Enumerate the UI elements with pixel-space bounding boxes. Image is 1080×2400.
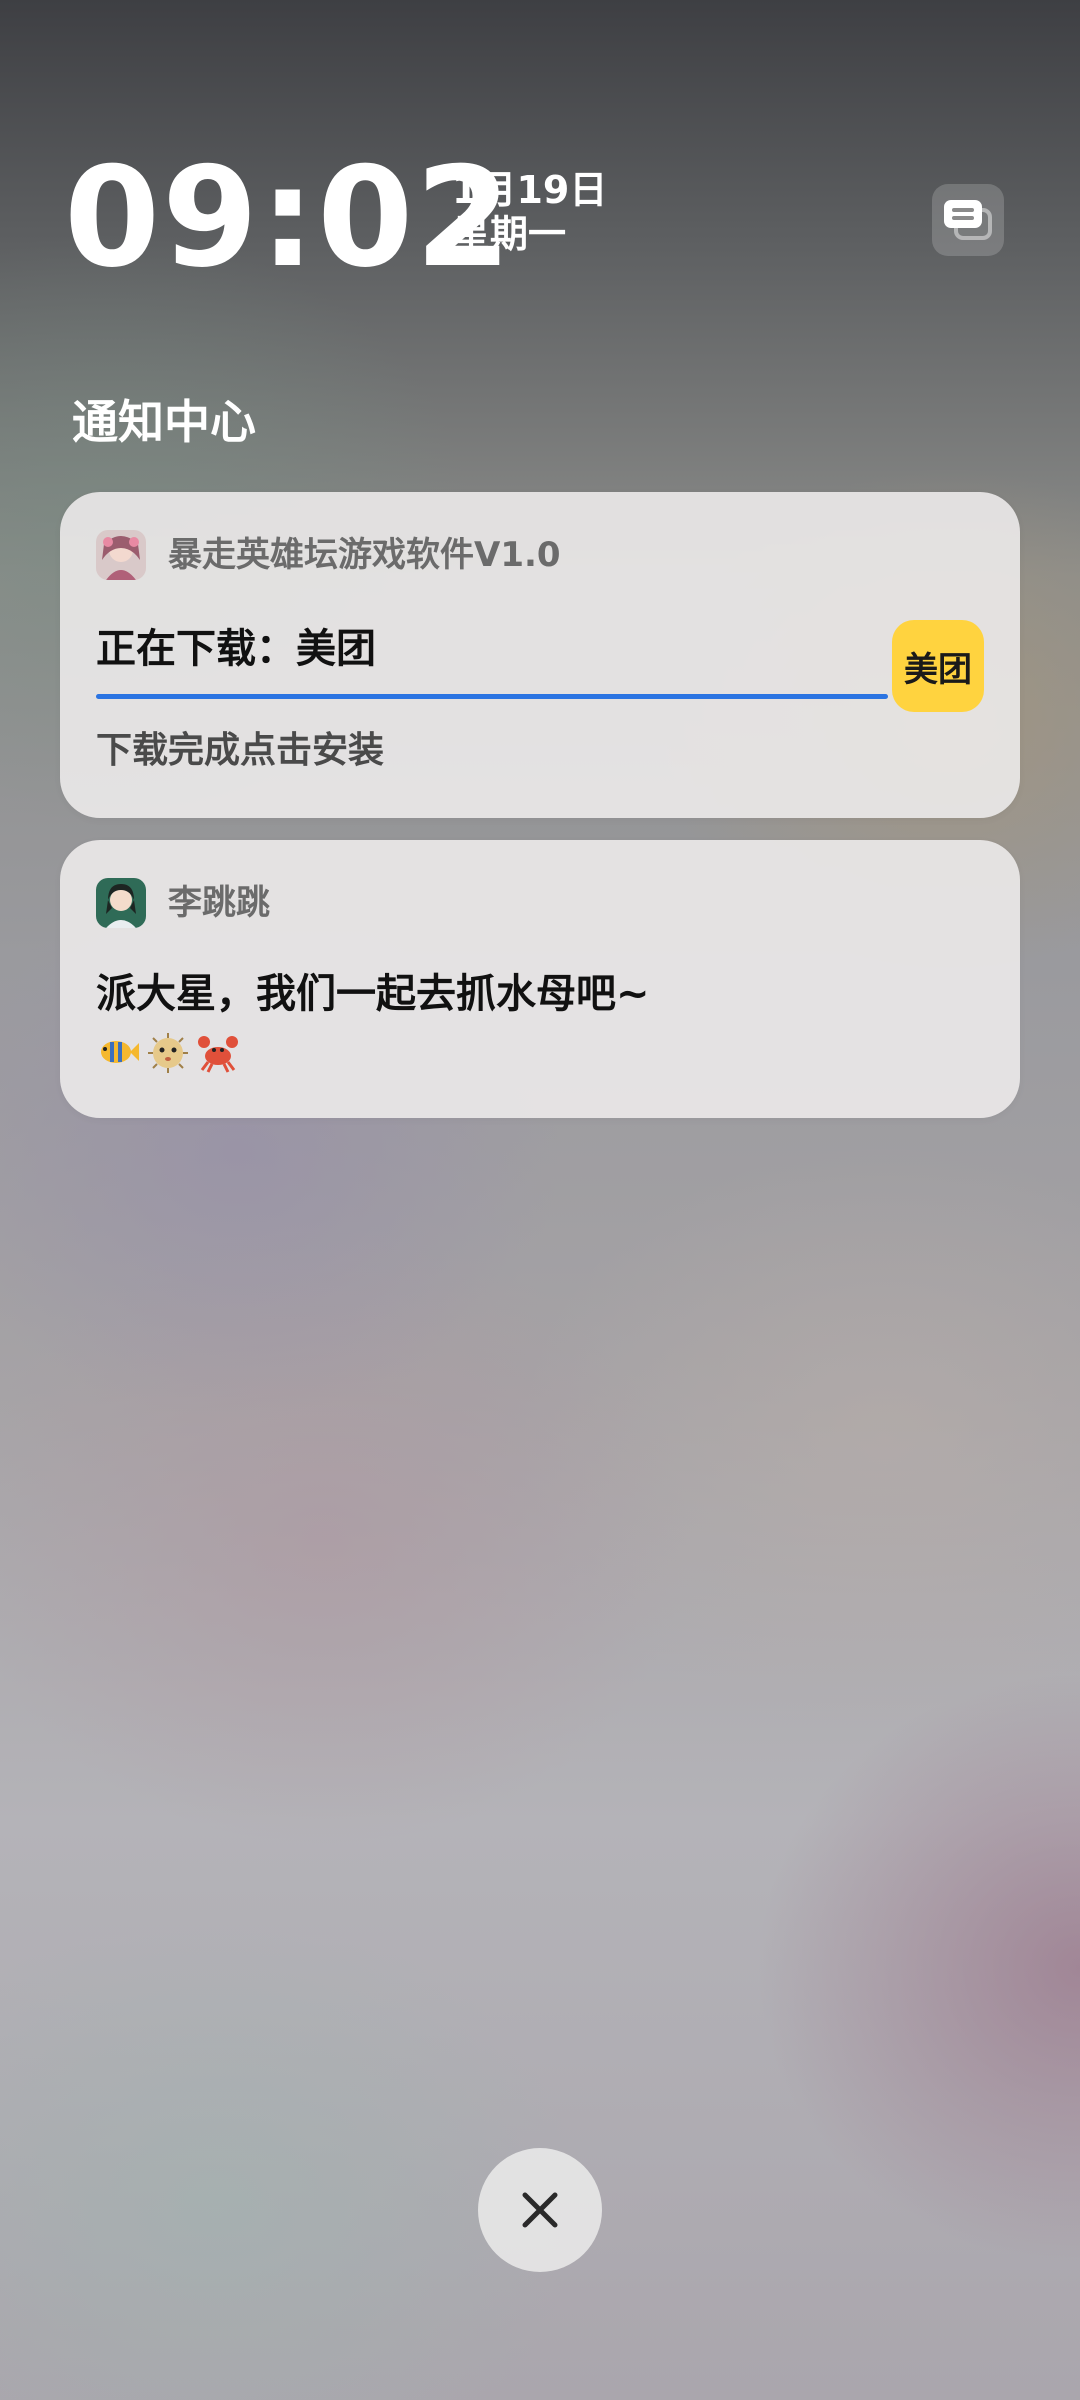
lockscreen-clock: 09:02: [64, 137, 514, 298]
close-button[interactable]: [478, 2148, 602, 2272]
download-notification-card[interactable]: 暴走英雄坛游戏软件V1.0 正在下载：美团 下载完成点击安装 美团: [60, 492, 1020, 818]
crab-icon: [196, 1030, 240, 1074]
date-text: 1月19日: [452, 168, 608, 212]
notification-app-name: 李跳跳: [168, 883, 270, 923]
download-subtitle: 下载完成点击安装: [96, 730, 385, 771]
notification-app-name: 暴走英雄坛游戏软件V1.0: [168, 535, 561, 575]
message-notification-card[interactable]: 李跳跳 派大星，我们一起去抓水母吧~: [60, 840, 1020, 1118]
meituan-app-icon: 美团: [892, 620, 984, 712]
notification-center-title: 通知中心: [72, 395, 256, 449]
weekday-text: 星期一: [452, 212, 567, 256]
blowfish-icon: [146, 1030, 190, 1074]
close-icon: [522, 2192, 558, 2228]
date-block: 1月19日 星期一: [452, 168, 607, 256]
tropical-fish-icon: [96, 1030, 140, 1074]
notification-stack-button[interactable]: [932, 184, 1004, 256]
emoji-row: [96, 1030, 240, 1074]
notification-stack-icon: [944, 200, 992, 240]
game-app-icon: [96, 530, 146, 580]
download-title: 正在下载：美团: [96, 626, 376, 672]
litiaotiao-app-icon: [96, 878, 146, 928]
download-progress-bar: [96, 694, 888, 699]
message-text: 派大星，我们一起去抓水母吧~: [96, 971, 650, 1017]
download-progress-fill: [96, 694, 888, 699]
